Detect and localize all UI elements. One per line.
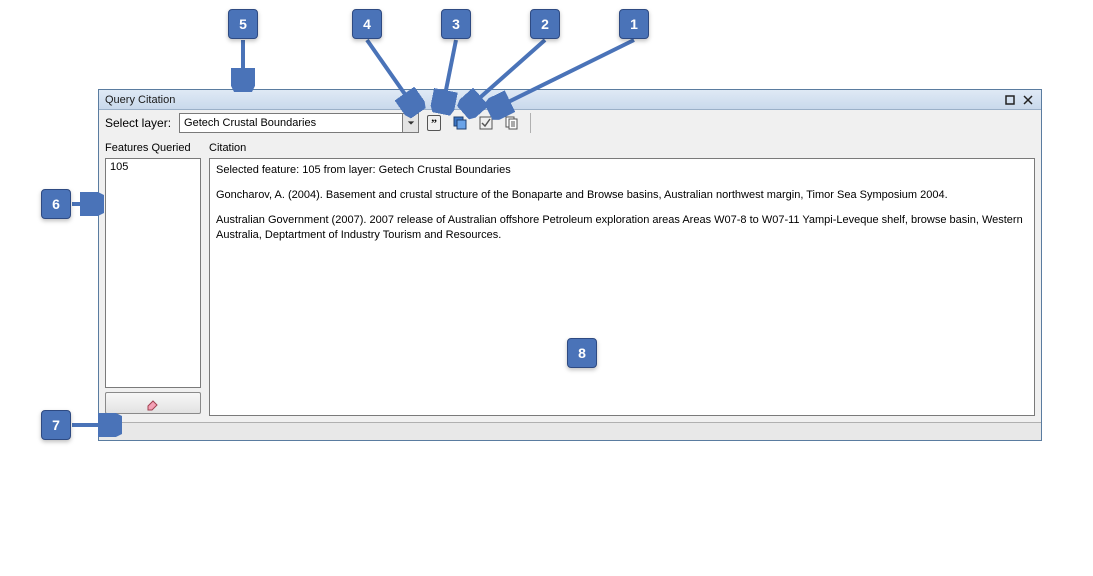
callout-5: 5 — [228, 9, 258, 39]
select-feature-button[interactable] — [475, 112, 497, 134]
select-layer-label: Select layer: — [105, 116, 171, 130]
quote-citation-button[interactable]: ” — [423, 112, 445, 134]
citation-line: Selected feature: 105 from layer: Getech… — [216, 163, 1028, 178]
query-citation-dialog: Query Citation Select layer: Getech Crus… — [98, 89, 1042, 441]
copy-all-button[interactable] — [501, 112, 523, 134]
copy-pages-icon — [504, 115, 520, 131]
features-queried-label: Features Queried — [105, 142, 201, 154]
callout-1: 1 — [619, 9, 649, 39]
select-layer-dropdown[interactable]: Getech Crustal Boundaries — [179, 113, 419, 133]
select-layer-value: Getech Crustal Boundaries — [180, 117, 402, 129]
select-by-rect-icon — [478, 115, 494, 131]
callout-3: 3 — [441, 9, 471, 39]
copy-overlapping-icon — [452, 115, 468, 131]
close-button[interactable] — [1021, 93, 1035, 107]
citation-line: Australian Government (2007). 2007 relea… — [216, 213, 1028, 243]
citation-label: Citation — [209, 142, 1035, 154]
list-item[interactable]: 105 — [110, 161, 196, 173]
toolbar: Select layer: Getech Crustal Boundaries … — [99, 110, 1041, 136]
status-bar — [99, 422, 1041, 440]
callout-7: 7 — [41, 410, 71, 440]
callout-2: 2 — [530, 9, 560, 39]
window-title: Query Citation — [105, 94, 175, 106]
callout-6: 6 — [41, 189, 71, 219]
chevron-down-icon[interactable] — [402, 114, 418, 132]
citation-text-area[interactable]: Selected feature: 105 from layer: Getech… — [209, 158, 1035, 416]
eraser-icon — [145, 395, 161, 411]
callout-8: 8 — [567, 338, 597, 368]
titlebar[interactable]: Query Citation — [99, 90, 1041, 110]
citation-line: Goncharov, A. (2004). Basement and crust… — [216, 188, 1028, 203]
features-queried-list[interactable]: 105 — [105, 158, 201, 388]
maximize-button[interactable] — [1003, 93, 1017, 107]
callout-4: 4 — [352, 9, 382, 39]
quote-icon: ” — [427, 115, 441, 131]
copy-citation-button[interactable] — [449, 112, 471, 134]
clear-list-button[interactable] — [105, 392, 201, 414]
